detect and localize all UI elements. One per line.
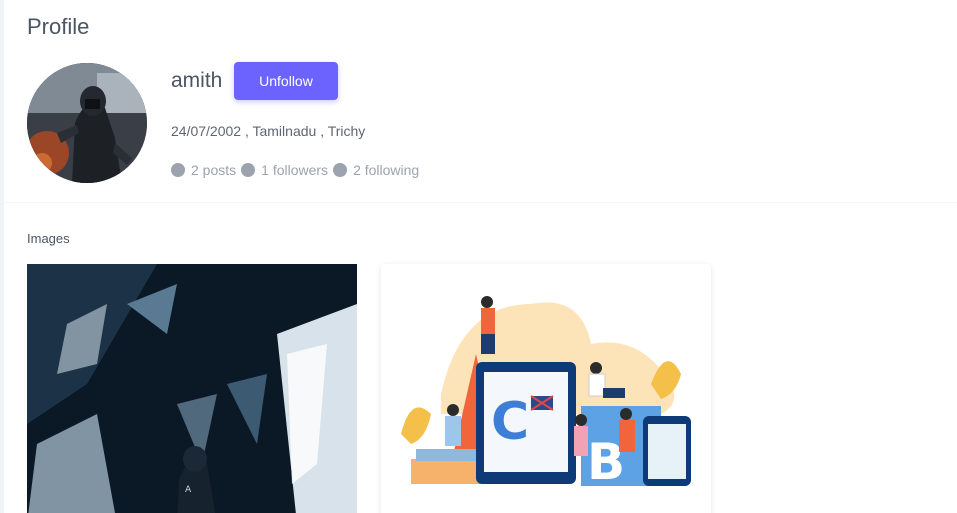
stat-posts-label: 2 posts <box>191 162 237 178</box>
stat-following[interactable]: 2 following <box>333 162 419 178</box>
dot-icon <box>241 163 256 177</box>
username: amith <box>171 69 223 92</box>
images-section-label: Images <box>27 231 70 246</box>
image-post-1[interactable]: A <box>27 264 357 513</box>
dot-icon <box>333 163 348 177</box>
avatar-photo <box>27 63 147 183</box>
svg-text:C: C <box>491 392 529 452</box>
page-title: Profile <box>27 14 90 39</box>
divider <box>4 202 957 203</box>
stat-followers[interactable]: 1 followers <box>241 162 328 178</box>
stat-followers-label: 1 followers <box>261 162 329 178</box>
post-image-shattered-glass: A <box>27 264 357 513</box>
user-details: 24/07/2002 , Tamilnadu , Trichy <box>171 123 366 139</box>
dot-icon <box>171 163 185 177</box>
image-post-2[interactable]: C B <box>381 264 711 513</box>
user-stats: 2 posts 1 followers 2 following <box>171 162 424 178</box>
stat-following-label: 2 following <box>353 162 420 178</box>
svg-text:A: A <box>185 485 192 495</box>
stat-posts[interactable]: 2 posts <box>171 162 236 178</box>
profile-page: Profile amith Unfollow 24/07/2002 , Tami… <box>4 0 957 513</box>
post-image-language-learning: C B <box>381 264 711 513</box>
avatar <box>27 63 147 183</box>
unfollow-button[interactable]: Unfollow <box>234 62 338 100</box>
